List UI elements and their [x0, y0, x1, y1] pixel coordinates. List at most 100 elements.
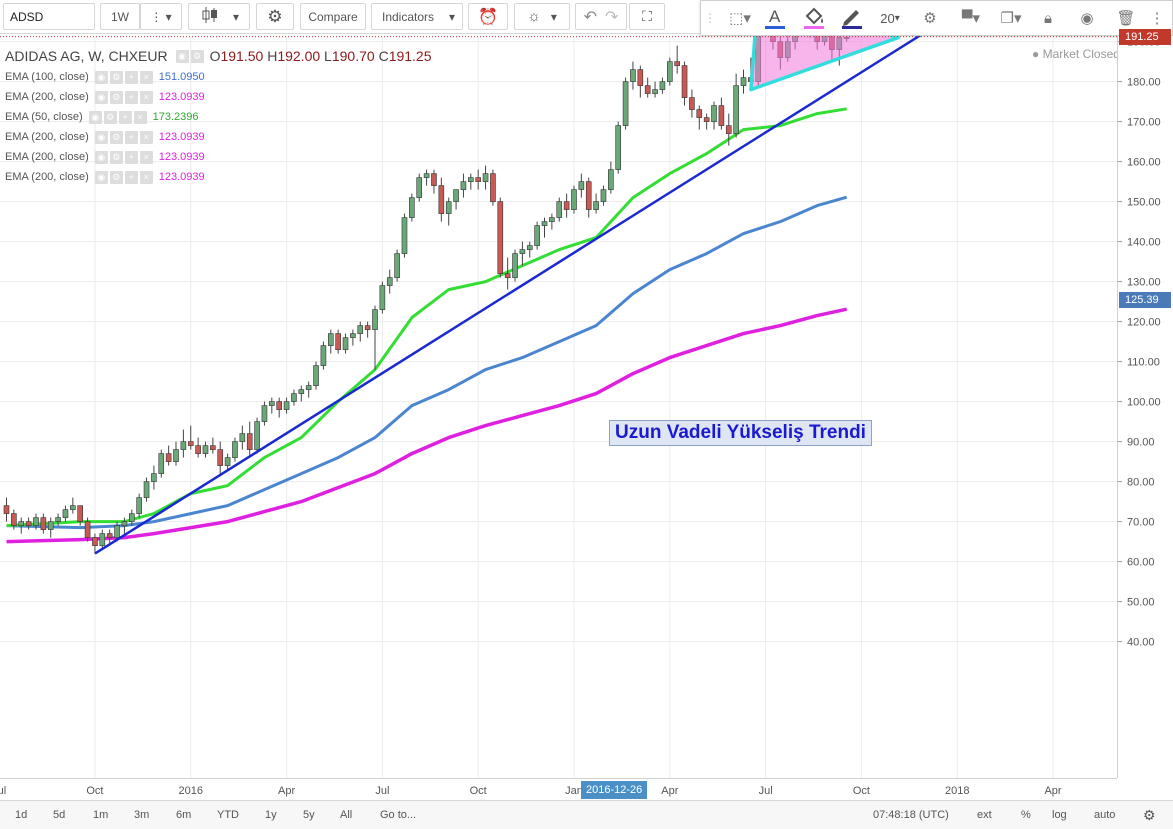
interval-menu-button[interactable]: ⋮ ▾ — [140, 3, 182, 30]
indicators-button[interactable]: Indicators ▾ — [371, 3, 463, 30]
gear-icon[interactable]: ⚙ — [109, 170, 123, 184]
gear-icon[interactable]: ⚙ — [109, 150, 123, 164]
alert-button[interactable]: ⏰ — [468, 3, 508, 30]
interval-button[interactable]: 1W — [100, 3, 140, 30]
text-color-button[interactable]: A — [761, 6, 789, 30]
range-5y[interactable]: 5y — [303, 806, 315, 824]
visual-order-button[interactable]: ▀▾ — [955, 6, 987, 30]
compare-button[interactable]: Compare — [300, 3, 366, 30]
uptrend-line — [94, 36, 922, 555]
plus-icon[interactable]: + — [124, 170, 138, 184]
goto-button[interactable]: Go to... — [380, 806, 416, 824]
hide-button[interactable]: ◉ — [1075, 6, 1099, 30]
time-axis[interactable]: JulOct2016AprJulOctJanAprJulOct2018Apr — [0, 778, 1117, 800]
y-tick-label: 140.00 — [1127, 237, 1161, 249]
ext-toggle[interactable]: ext — [977, 806, 992, 824]
auto-toggle[interactable]: auto — [1094, 806, 1115, 824]
close-icon[interactable]: × — [139, 70, 153, 84]
indicator-legend-row[interactable]: EMA (200, close) ◉ ⚙ + × 123.0939 — [5, 128, 205, 146]
line-color-button[interactable] — [837, 6, 867, 30]
candle-body — [423, 173, 430, 178]
gear-icon[interactable]: ⚙ — [190, 49, 204, 63]
select-area-button[interactable]: ⬚▾ — [723, 6, 757, 30]
close-icon[interactable]: × — [139, 170, 153, 184]
drag-handle-icon[interactable]: ⋮ — [704, 6, 716, 30]
ema-price-badge: 125.39 — [1119, 292, 1171, 309]
range-ytd[interactable]: YTD — [217, 806, 239, 824]
font-size-button[interactable]: 20 ▾ — [875, 6, 905, 30]
settings-button[interactable]: ⚙ — [256, 3, 294, 30]
candle-body — [151, 473, 157, 482]
plus-icon[interactable]: + — [124, 130, 138, 144]
candle-body — [549, 217, 555, 222]
indicator-buttons[interactable]: ◉ ⚙ + × — [94, 90, 155, 104]
lock-button[interactable]: 🔒︎ — [1037, 6, 1059, 30]
eye-icon[interactable]: ◉ — [94, 130, 108, 144]
symbol-input[interactable]: ADSD — [3, 3, 95, 30]
candle-body — [659, 81, 666, 90]
log-toggle[interactable]: log — [1052, 806, 1067, 824]
close-icon[interactable]: × — [139, 150, 153, 164]
indicator-buttons[interactable]: ◉ ⚙ + × — [94, 130, 155, 144]
range-1m[interactable]: 1m — [93, 806, 108, 824]
trend-annotation[interactable]: Uzun Vadeli Yükseliş Trendi — [609, 420, 872, 446]
chart-style-button[interactable]: ▾ — [188, 3, 250, 30]
plus-icon[interactable]: + — [124, 150, 138, 164]
fullscreen-button[interactable]: ⛶ — [629, 3, 665, 30]
close-icon[interactable]: × — [139, 130, 153, 144]
indicator-value: 123.0939 — [158, 131, 205, 143]
eye-icon[interactable]: ◉ — [94, 150, 108, 164]
delete-button[interactable]: 🗑︎ — [1115, 6, 1137, 30]
price-axis[interactable]: 220.00210.00200.00190.00180.00170.00160.… — [1117, 0, 1173, 778]
y-tick-label: 70.00 — [1127, 517, 1155, 529]
range-1d[interactable]: 1d — [15, 806, 27, 824]
range-3m[interactable]: 3m — [134, 806, 149, 824]
plus-icon[interactable]: + — [124, 90, 138, 104]
x-tick-label: Jul — [375, 785, 389, 797]
candle-body — [401, 217, 408, 254]
indicator-buttons[interactable]: ◉ ⚙ + × — [94, 170, 155, 184]
x-tick-label: Oct — [853, 785, 870, 797]
eye-icon[interactable]: ◉ — [94, 90, 108, 104]
indicator-legend-row[interactable]: EMA (50, close) ◉ ⚙ + × 173.2396 — [5, 108, 199, 126]
legend-buttons[interactable]: ◉ ⚙ — [175, 49, 206, 63]
range-6m[interactable]: 6m — [176, 806, 191, 824]
properties-button[interactable]: ⚙ — [917, 6, 943, 30]
indicator-buttons[interactable]: ◉ ⚙ + × — [94, 70, 155, 84]
gear-icon[interactable]: ⚙ — [109, 130, 123, 144]
candle-body — [526, 245, 533, 250]
close-icon[interactable]: × — [133, 110, 147, 124]
percent-toggle[interactable]: % — [1021, 806, 1031, 824]
range-all[interactable]: All — [340, 806, 352, 824]
close-icon[interactable]: × — [139, 90, 153, 104]
gear-icon[interactable]: ⚙ — [109, 70, 123, 84]
high-label: H — [267, 48, 278, 64]
plus-icon[interactable]: + — [118, 110, 132, 124]
candle-body — [357, 325, 364, 334]
indicator-legend-row[interactable]: EMA (200, close) ◉ ⚙ + × 123.0939 — [5, 148, 205, 166]
candle-body — [637, 69, 644, 86]
eye-icon[interactable]: ◉ — [175, 49, 189, 63]
undo-icon[interactable]: ↶ — [584, 7, 597, 27]
candle-body — [11, 513, 17, 526]
range-5d[interactable]: 5d — [53, 806, 65, 824]
indicator-buttons[interactable]: ◉ ⚙ + × — [88, 110, 149, 124]
gear-icon[interactable]: ⚙ — [103, 110, 117, 124]
indicator-legend-row[interactable]: EMA (200, close) ◉ ⚙ + × 123.0939 — [5, 168, 205, 186]
eye-icon[interactable]: ◉ — [88, 110, 102, 124]
eye-icon[interactable]: ◉ — [94, 170, 108, 184]
indicator-legend-row[interactable]: EMA (200, close) ◉ ⚙ + × 123.0939 — [5, 88, 205, 106]
redo-icon[interactable]: ↷ — [605, 7, 618, 27]
low-value: 190.70 — [331, 48, 375, 64]
gear-icon[interactable]: ⚙ — [109, 90, 123, 104]
eye-icon[interactable]: ◉ — [94, 70, 108, 84]
fill-color-button[interactable] — [799, 6, 829, 30]
bar-replay-button[interactable]: ☼ ▾ — [514, 3, 570, 30]
plus-icon[interactable]: + — [124, 70, 138, 84]
range-1y[interactable]: 1y — [265, 806, 277, 824]
more-button[interactable]: ⋮ — [1147, 6, 1167, 30]
clone-button[interactable]: ❐▾ — [995, 6, 1027, 30]
axis-settings-button[interactable]: ⚙ — [1143, 806, 1156, 824]
indicator-legend-row[interactable]: EMA (100, close) ◉ ⚙ + × 151.0950 — [5, 68, 205, 86]
indicator-buttons[interactable]: ◉ ⚙ + × — [94, 150, 155, 164]
